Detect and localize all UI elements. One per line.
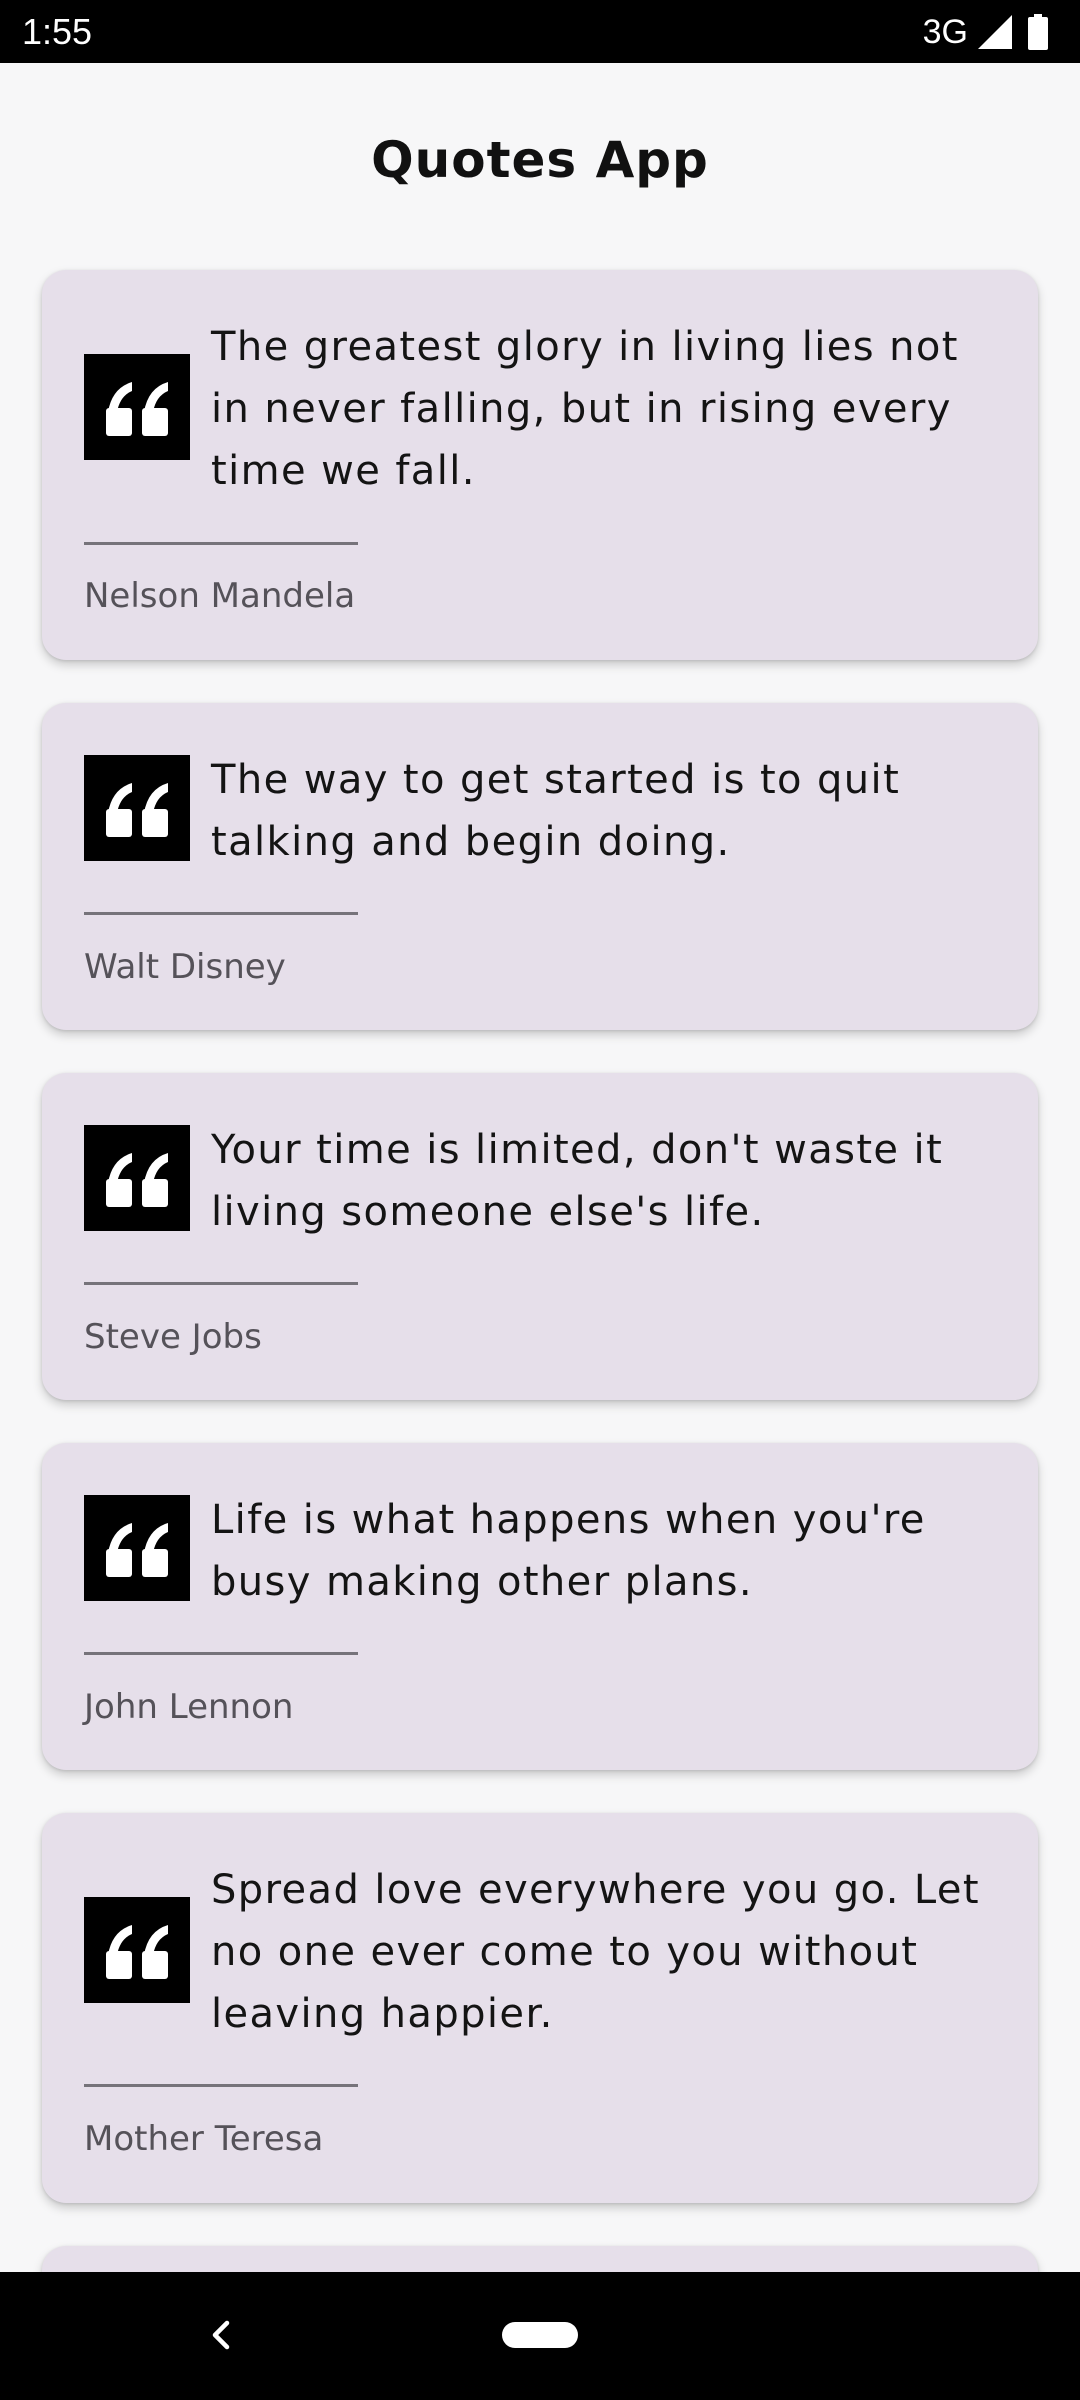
quote-author: Nelson Mandela — [84, 576, 356, 616]
quote-icon — [84, 755, 190, 861]
quote-text: Spread love everywhere you go. Let no on… — [211, 1867, 981, 2037]
quote-divider — [84, 542, 358, 545]
quote-text: The way to get started is to quit talkin… — [211, 757, 901, 865]
quote-card[interactable]: Spread love everywhere you go. Let no on… — [42, 1813, 1038, 2203]
quote-author: Walt Disney — [84, 947, 286, 987]
quote-text: Your time is limited, don't waste it liv… — [211, 1127, 944, 1235]
quote-icon — [84, 1495, 190, 1601]
page-title: Quotes App — [371, 131, 709, 189]
quote-text: Life is what happens when you're busy ma… — [211, 1497, 926, 1605]
quote-author: John Lennon — [84, 1687, 294, 1727]
quote-card[interactable]: The way to get started is to quit talkin… — [42, 703, 1038, 1030]
quote-text: The greatest glory in living lies not in… — [211, 324, 959, 494]
quote-icon — [84, 1897, 190, 2003]
quote-icon — [84, 1125, 190, 1231]
home-pill-icon[interactable] — [502, 2322, 578, 2348]
quote-divider — [84, 1282, 358, 1285]
quote-divider — [84, 912, 358, 915]
quote-icon — [84, 354, 190, 460]
quote-card-partial[interactable] — [42, 2246, 1038, 2272]
quote-divider — [84, 1652, 358, 1655]
quote-card[interactable]: Your time is limited, don't waste it liv… — [42, 1073, 1038, 1400]
back-icon[interactable] — [196, 2310, 246, 2360]
quote-card[interactable]: The greatest glory in living lies not in… — [42, 270, 1038, 660]
quote-author: Mother Teresa — [84, 2119, 324, 2159]
quote-divider — [84, 2084, 358, 2087]
navigation-bar — [0, 2272, 1080, 2400]
quote-author: Steve Jobs — [84, 1317, 262, 1357]
quote-card[interactable]: Life is what happens when you're busy ma… — [42, 1443, 1038, 1770]
quote-list[interactable]: Quotes App The greatest glory in living … — [0, 0, 1080, 2272]
